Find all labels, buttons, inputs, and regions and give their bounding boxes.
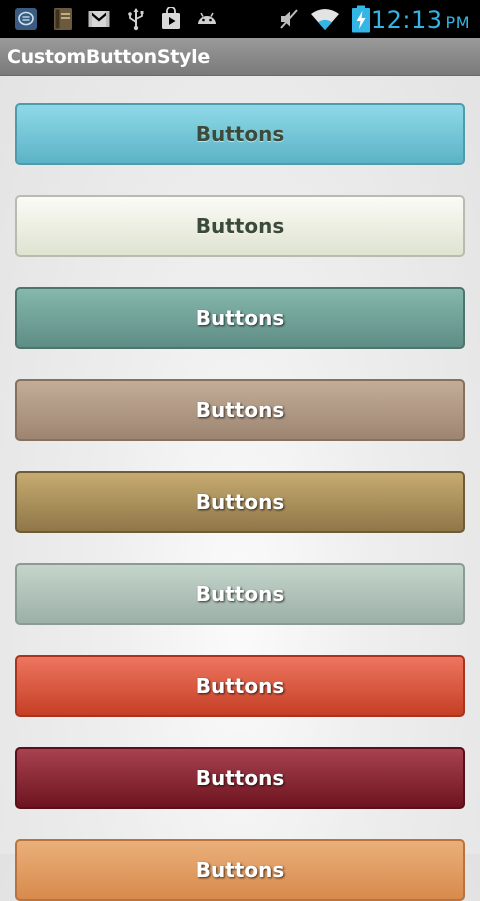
button-label: Buttons bbox=[195, 306, 285, 330]
app-title: CustomButtonStyle bbox=[7, 46, 210, 68]
button-label: Buttons bbox=[195, 214, 285, 238]
buttons-button-7[interactable]: Buttons bbox=[15, 655, 465, 717]
buttons-button-4[interactable]: Buttons bbox=[15, 379, 465, 441]
status-bar: 12:13 PM bbox=[0, 0, 480, 38]
action-bar: CustomButtonStyle bbox=[0, 38, 480, 76]
button-label: Buttons bbox=[195, 398, 285, 422]
buttons-button-8[interactable]: Buttons bbox=[15, 747, 465, 809]
button-label: Buttons bbox=[195, 122, 285, 146]
button-label: Buttons bbox=[195, 582, 285, 606]
buttons-button-3[interactable]: Buttons bbox=[15, 287, 465, 349]
android-debug-icon bbox=[198, 12, 216, 24]
buttons-button-1[interactable]: Buttons bbox=[15, 103, 465, 165]
buttons-button-2[interactable]: Buttons bbox=[15, 195, 465, 257]
clock-time: 12:13 bbox=[370, 6, 443, 34]
button-label: Buttons bbox=[195, 490, 285, 514]
buttons-button-5[interactable]: Buttons bbox=[15, 471, 465, 533]
status-clock: 12:13 PM bbox=[371, 3, 470, 40]
gmail-icon bbox=[87, 10, 111, 27]
button-label: Buttons bbox=[195, 858, 285, 882]
messenger-icon bbox=[15, 8, 37, 30]
wifi-icon bbox=[311, 9, 339, 30]
button-label: Buttons bbox=[195, 674, 285, 698]
book-icon bbox=[54, 8, 72, 30]
buttons-button-6[interactable]: Buttons bbox=[15, 563, 465, 625]
clock-ampm: PM bbox=[445, 13, 470, 32]
mute-icon bbox=[280, 9, 298, 29]
usb-icon bbox=[128, 8, 144, 31]
button-label: Buttons bbox=[195, 766, 285, 790]
battery-charging-icon bbox=[352, 5, 370, 33]
buttons-button-9[interactable]: Buttons bbox=[15, 839, 465, 901]
play-store-icon bbox=[162, 7, 180, 29]
